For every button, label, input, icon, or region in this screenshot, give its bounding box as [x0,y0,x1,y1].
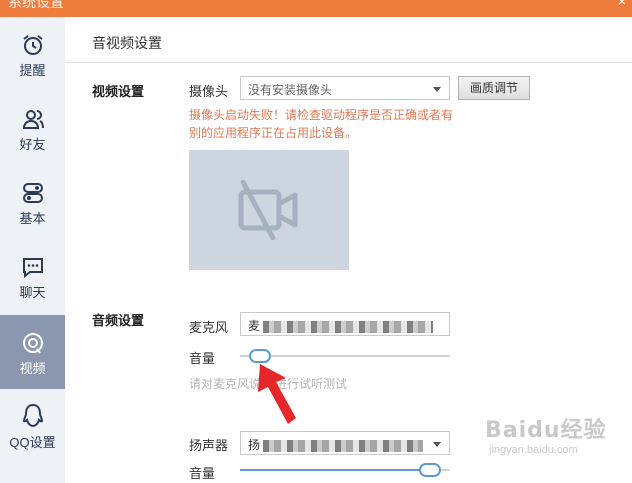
sidebar-item-label: 视频 [19,361,46,376]
penguin-icon [22,403,43,428]
alarm-clock-icon [22,35,43,55]
mic-volume-slider[interactable] [240,355,450,357]
sidebar: 提醒 好友 基本 聊天 视频 QQ设置 [0,17,65,483]
window-title: 系统设置 [8,0,64,10]
watermark-logo: Baidu经验 jingyan.baidu.com [485,412,625,472]
quality-adjust-button[interactable]: 画质调节 [458,76,530,100]
toggle-icon [22,183,43,203]
speaker-label: 扬声器 [189,438,229,453]
watermark-url: jingyan.baidu.com [489,444,578,456]
camera-off-icon [238,180,298,240]
annotation-arrow [258,364,296,424]
sidebar-item-qq-settings[interactable]: QQ设置 [0,403,65,477]
close-icon[interactable]: × [618,0,626,9]
page-title: 音视频设置 [92,35,162,51]
window-titlebar: 系统设置 × [0,0,632,17]
sidebar-item-reminder[interactable]: 提醒 [0,33,65,107]
camera-select[interactable]: 没有安装摄像头 [240,76,450,100]
blurred-device-name [263,439,424,452]
camera-select-value: 没有安装摄像头 [248,83,333,97]
speaker-volume-slider-thumb[interactable] [418,463,441,477]
speaker-select[interactable]: 扬 [240,431,450,455]
camera-preview [189,150,349,270]
mic-volume-label: 音量 [189,351,216,366]
speaker-volume-label: 音量 [189,466,216,481]
chevron-down-icon [433,442,441,447]
blurred-device-name [263,320,434,333]
audio-section-label: 音频设置 [92,313,145,328]
video-camera-icon [22,333,43,354]
sidebar-item-label: 提醒 [19,63,46,78]
microphone-label: 麦克风 [189,320,229,335]
speaker-select-value: 扬 [248,438,261,452]
watermark-brand: Baidu经验 [485,418,607,443]
sidebar-item-friends[interactable]: 好友 [0,107,65,181]
camera-label: 摄像头 [189,84,229,99]
chat-bubble-icon [22,258,43,279]
sidebar-item-label: 基本 [19,211,46,226]
sidebar-item-label: 聊天 [19,285,46,300]
video-section-label: 视频设置 [92,84,145,99]
divider [65,62,632,63]
speaker-volume-fill [240,469,440,471]
microphone-select-value: 麦 [248,319,261,333]
sidebar-item-basic[interactable]: 基本 [0,181,65,255]
friends-icon [22,110,44,129]
sidebar-item-label: QQ设置 [9,435,56,450]
sidebar-item-label: 好友 [19,137,46,152]
chevron-down-icon [433,87,441,92]
sidebar-item-video[interactable]: 视频 [0,315,65,389]
camera-error-message: 摄像头启动失败！请检查驱动程序是否正确或者有别的应用程序正在占用此设备。 [189,108,454,140]
microphone-select[interactable]: 麦 [240,312,450,336]
